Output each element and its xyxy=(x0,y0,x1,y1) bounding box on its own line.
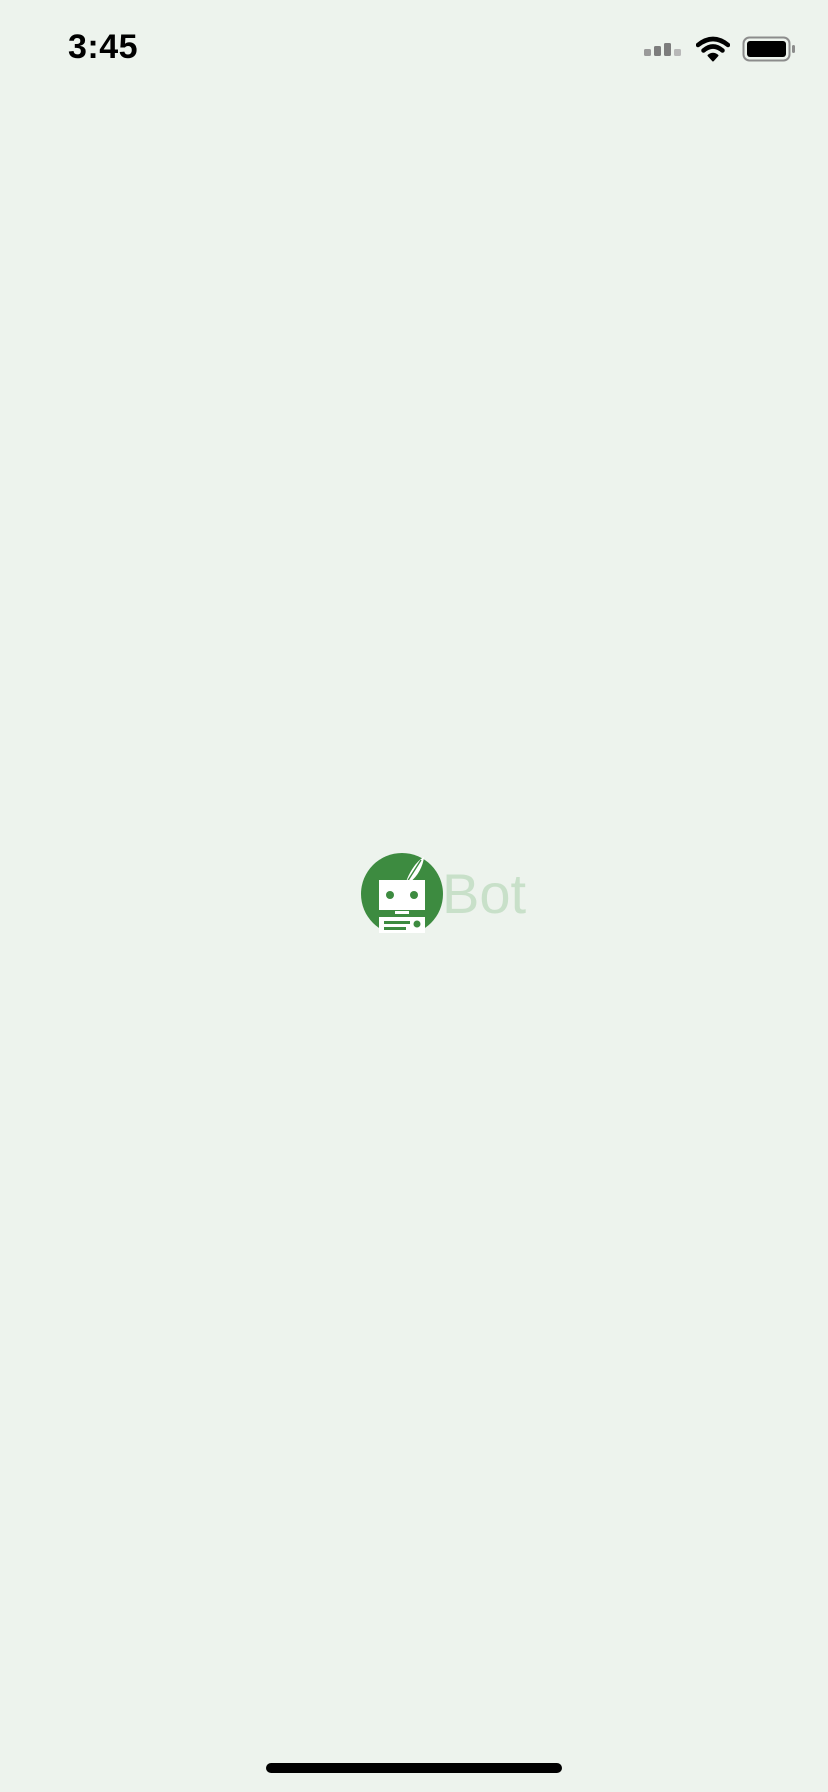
wifi-icon xyxy=(696,36,730,62)
robot-quill-icon xyxy=(360,852,444,938)
battery-icon xyxy=(742,36,796,62)
status-icons xyxy=(644,34,796,64)
splash-logo: Bot xyxy=(360,852,536,938)
signal-icon xyxy=(644,41,682,57)
status-bar: 3:45 xyxy=(0,0,828,100)
home-indicator[interactable] xyxy=(266,1763,562,1773)
status-time: 3:45 xyxy=(68,28,139,66)
logo-text: Bot xyxy=(442,862,527,925)
